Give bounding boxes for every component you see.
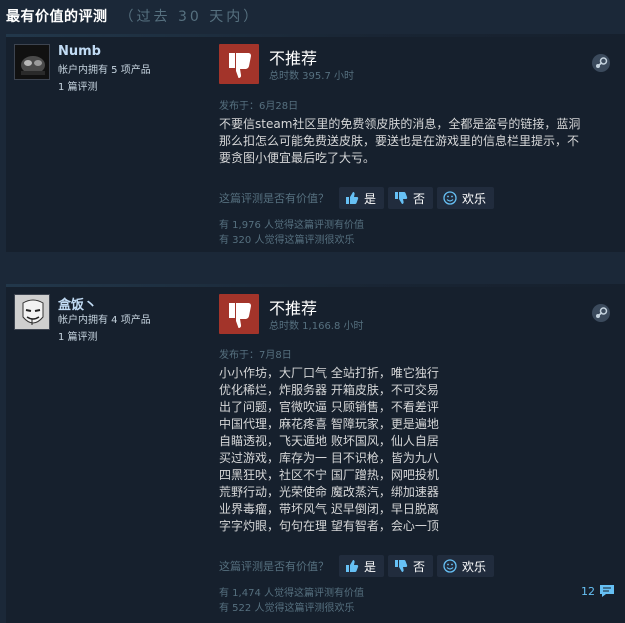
- posted-date: 发布于：6月28日: [219, 101, 299, 112]
- vote-funny-button[interactable]: 欢乐: [437, 555, 495, 577]
- vote-no-label: 否: [413, 559, 426, 574]
- vote-no-label: 否: [413, 191, 426, 206]
- vote-funny-label: 欢乐: [462, 191, 487, 206]
- review-card: 盒饭丶 帐户内拥有 4 项产品 1 篇评测 不推荐 总时数 1,166.8 小时: [6, 284, 625, 623]
- author-meta: 帐户内拥有 5 项产品 1 篇评测: [58, 62, 151, 96]
- thumbs-up-icon: [346, 192, 359, 204]
- section-title: 最有价值的评测: [6, 9, 108, 25]
- review-line: 四黑狂吠，社区不宁 国厂蹭热，网吧投机: [219, 468, 439, 482]
- section-range: （过去 30 天内）: [119, 9, 261, 25]
- review-line: 自瞄透视，飞天遁地 败坏国风，仙人自居: [219, 434, 439, 448]
- card-divider: [6, 284, 625, 287]
- avatar[interactable]: [14, 44, 50, 80]
- card-divider: [6, 34, 625, 37]
- review-line: 要贪图小便宜最后吃了大亏。: [219, 151, 376, 165]
- review-count[interactable]: 1 篇评测: [58, 79, 151, 96]
- owned-products[interactable]: 帐户内拥有 5 项产品: [58, 62, 151, 79]
- verdict-title[interactable]: 不推荐: [269, 295, 317, 319]
- thumbs-down-icon: [219, 44, 259, 84]
- smiley-icon: [443, 191, 457, 205]
- review-card: Numb 帐户内拥有 5 项产品 1 篇评测 不推荐 总时数 395.7 小时: [6, 34, 625, 252]
- comments-link[interactable]: 12: [581, 584, 615, 598]
- review-line: 荒野行动，光荣使命 魔改蒸汽，绑加速器: [219, 485, 439, 499]
- helpful-count: 有 1,976 人觉得这篇评测有价值: [219, 220, 364, 231]
- helpful-question: 这篇评测是否有价值？: [219, 192, 329, 205]
- section-header: 最有价值的评测 （过去 30 天内）: [6, 6, 260, 30]
- review-line: 中国代理，麻花疼喜 智障玩家，更是遍地: [219, 417, 439, 431]
- vote-yes-label: 是: [364, 191, 377, 206]
- vote-no-button[interactable]: 否: [388, 187, 434, 209]
- review-line: 小小作坊，大厂口气 全站打折，唯它独行: [219, 366, 439, 380]
- helpful-controls: 这篇评测是否有价值？ 是 否 欢乐: [219, 186, 498, 210]
- posted-date: 发布于：7月8日: [219, 350, 292, 361]
- author-name[interactable]: Numb: [58, 44, 101, 59]
- vote-funny-label: 欢乐: [462, 559, 487, 574]
- thumbs-down-icon: [395, 560, 408, 572]
- vote-yes-label: 是: [364, 559, 377, 574]
- review-count[interactable]: 1 篇评测: [58, 329, 151, 346]
- comment-count: 12: [581, 584, 595, 598]
- thumbs-up-icon: [346, 560, 359, 572]
- review-line: 那么扣怎么可能免费送皮肤，要送也是在游戏里的信息栏里提示，不: [219, 134, 580, 148]
- steam-icon: [591, 303, 611, 323]
- playtime-hours: 总时数 1,166.8 小时: [269, 321, 364, 332]
- comment-bubble-icon: [600, 585, 614, 597]
- smiley-icon: [443, 559, 457, 573]
- funny-count: 有 522 人觉得这篇评测很欢乐: [219, 603, 355, 614]
- helpful-question: 这篇评测是否有价值？: [219, 560, 329, 573]
- vote-header[interactable]: 不推荐 总时数 1,166.8 小时: [219, 294, 619, 334]
- review-line: 买过游戏，库存为一 目不识枪，皆为九八: [219, 451, 439, 465]
- vote-yes-button[interactable]: 是: [339, 187, 385, 209]
- vote-yes-button[interactable]: 是: [339, 555, 385, 577]
- review-text: 不要信steam社区里的免费领皮肤的消息，全都是盗号的链接，蓝洞 那么扣怎么可能…: [219, 116, 617, 167]
- thumbs-down-icon: [395, 192, 408, 204]
- review-line: 不要信steam社区里的免费领皮肤的消息，全都是盗号的链接，蓝洞: [219, 117, 581, 131]
- verdict-title[interactable]: 不推荐: [269, 45, 317, 69]
- thumbs-down-icon: [219, 294, 259, 334]
- vote-header[interactable]: 不推荐 总时数 395.7 小时: [219, 44, 619, 84]
- review-stats: 有 1,976 人觉得这篇评测有价值 有 320 人觉得这篇评测很欢乐: [219, 218, 364, 248]
- review-stats: 有 1,474 人觉得这篇评测有价值 有 522 人觉得这篇评测很欢乐: [219, 586, 364, 616]
- helpful-count: 有 1,474 人觉得这篇评测有价值: [219, 588, 364, 599]
- review-line: 优化稀烂，炸服务器 开箱皮肤，不可交易: [219, 383, 439, 397]
- avatar[interactable]: [14, 294, 50, 330]
- review-line: 出了问题，官微吹逼 只顾销售，不看差评: [219, 400, 439, 414]
- owned-products[interactable]: 帐户内拥有 4 项产品: [58, 312, 151, 329]
- playtime-hours: 总时数 395.7 小时: [269, 71, 354, 82]
- helpful-controls: 这篇评测是否有价值？ 是 否 欢乐: [219, 554, 498, 578]
- review-text: 小小作坊，大厂口气 全站打折，唯它独行 优化稀烂，炸服务器 开箱皮肤，不可交易 …: [219, 365, 617, 535]
- steam-icon: [591, 53, 611, 73]
- review-line: 字字灼眼，句句在理 望有智者，会心一顶: [219, 519, 439, 533]
- review-line: 业界毒瘤，带坏风气 迟早倒闭，早日脱离: [219, 502, 439, 516]
- vote-funny-button[interactable]: 欢乐: [437, 187, 495, 209]
- author-name[interactable]: 盒饭丶: [58, 294, 97, 313]
- author-meta: 帐户内拥有 4 项产品 1 篇评测: [58, 312, 151, 346]
- funny-count: 有 320 人觉得这篇评测很欢乐: [219, 235, 355, 246]
- vote-no-button[interactable]: 否: [388, 555, 434, 577]
